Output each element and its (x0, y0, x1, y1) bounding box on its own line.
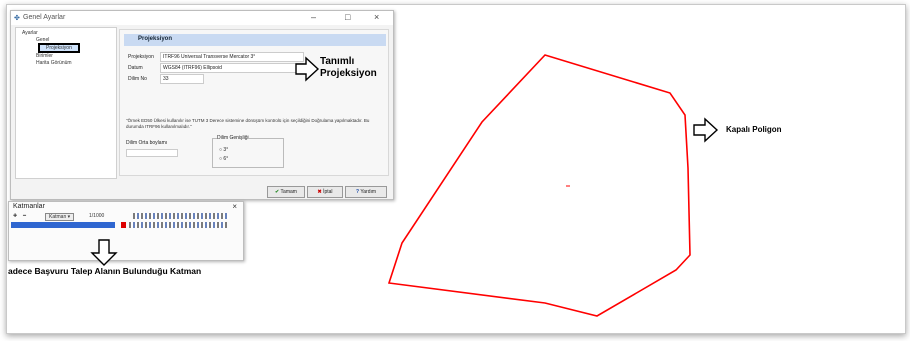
polygon-annotation: Kapalı Poligon (726, 125, 782, 134)
layer-annotation: adece Başvuru Talep Alanın Bulunduğu Kat… (8, 266, 202, 276)
annotation-arrows (90, 56, 719, 266)
layer-arrow-icon (90, 239, 118, 266)
projection-annotation-line1: Tanımlı (320, 56, 355, 67)
polygon-arrow-icon (693, 117, 719, 143)
projection-arrow-icon (295, 56, 320, 82)
projection-annotation-line2: Projeksiyon (320, 68, 377, 79)
projection-annotation: Tanımlı Projeksiyon (320, 56, 377, 80)
